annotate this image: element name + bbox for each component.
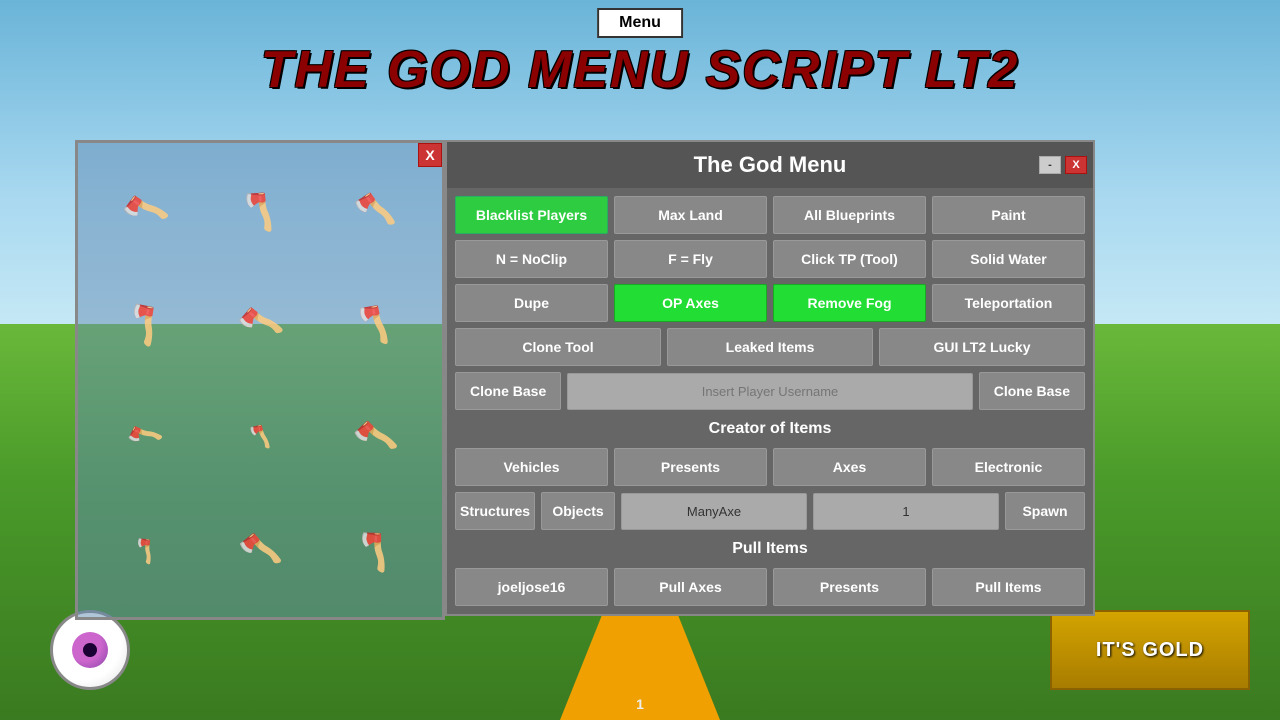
- axes-grid: 🪓 🪓 🪓 🪓 🪓 🪓 🪓 🪓 🪓 🪓 🪓 🪓: [78, 143, 442, 617]
- op-axes-btn[interactable]: OP Axes: [614, 284, 767, 322]
- creator-row-1: Vehicles Presents Axes Electronic: [455, 448, 1085, 486]
- objects-btn[interactable]: Objects: [541, 492, 615, 530]
- axe-8: 🪓: [246, 422, 275, 451]
- clone-base-row: Clone Base Clone Base: [455, 372, 1085, 410]
- click-tp-btn[interactable]: Click TP (Tool): [773, 240, 926, 278]
- pupil-center: [83, 643, 97, 657]
- eyeball-decoration: [50, 610, 130, 690]
- page-number: 1: [636, 696, 644, 712]
- gui-lt2-lucky-btn[interactable]: GUI LT2 Lucky: [879, 328, 1085, 366]
- menu-title-bar: The God Menu - X: [447, 142, 1093, 188]
- spawn-button[interactable]: Spawn: [1005, 492, 1085, 530]
- menu-top-button[interactable]: Menu: [597, 8, 683, 38]
- axe-4: 🪓: [118, 296, 172, 350]
- quantity-input[interactable]: [813, 493, 999, 530]
- axe-12: 🪓: [349, 525, 401, 576]
- axe-9: 🪓: [349, 412, 399, 461]
- close-button[interactable]: X: [1065, 156, 1087, 174]
- axe-3: 🪓: [352, 188, 398, 232]
- axe-5: 🪓: [234, 298, 286, 349]
- pull-items-header: Pull Items: [455, 536, 1085, 562]
- player-label-btn[interactable]: joeljose16: [455, 568, 608, 606]
- axe-2: 🪓: [235, 185, 285, 234]
- structures-btn[interactable]: Structures: [455, 492, 535, 530]
- menu-title: The God Menu: [694, 152, 847, 177]
- gold-sign-text: IT'S GOLD: [1096, 639, 1204, 662]
- creator-row-2: Structures Objects Spawn: [455, 492, 1085, 530]
- leaked-items-btn[interactable]: Leaked Items: [667, 328, 873, 366]
- button-row-1: Blacklist Players Max Land All Blueprint…: [455, 196, 1085, 234]
- button-row-3: Dupe OP Axes Remove Fog Teleportation: [455, 284, 1085, 322]
- presents-pull-btn[interactable]: Presents: [773, 568, 926, 606]
- clone-base-button[interactable]: Clone Base: [979, 372, 1085, 410]
- all-blueprints-btn[interactable]: All Blueprints: [773, 196, 926, 234]
- vehicles-btn[interactable]: Vehicles: [455, 448, 608, 486]
- clone-tool-btn[interactable]: Clone Tool: [455, 328, 661, 366]
- button-row-2: N = NoClip F = Fly Click TP (Tool) Solid…: [455, 240, 1085, 278]
- blacklist-players-btn[interactable]: Blacklist Players: [455, 196, 608, 234]
- clone-base-label: Clone Base: [455, 372, 561, 410]
- minimize-button[interactable]: -: [1039, 156, 1061, 174]
- remove-fog-btn[interactable]: Remove Fog: [773, 284, 926, 322]
- pull-items-row: joeljose16 Pull Axes Presents Pull Items: [455, 568, 1085, 606]
- paint-btn[interactable]: Paint: [932, 196, 1085, 234]
- fly-btn[interactable]: F = Fly: [614, 240, 767, 278]
- pull-items-btn[interactable]: Pull Items: [932, 568, 1085, 606]
- menu-panel: The God Menu - X Blacklist Players Max L…: [445, 140, 1095, 616]
- game-panel: X 🪓 🪓 🪓 🪓 🪓 🪓 🪓 🪓 🪓 🪓 🪓 🪓: [75, 140, 445, 620]
- gold-sign: IT'S GOLD: [1050, 610, 1250, 690]
- axe-10: 🪓: [128, 533, 162, 567]
- electronic-btn[interactable]: Electronic: [932, 448, 1085, 486]
- teleportation-btn[interactable]: Teleportation: [932, 284, 1085, 322]
- window-controls: - X: [1039, 156, 1087, 174]
- dupe-btn[interactable]: Dupe: [455, 284, 608, 322]
- axes-btn[interactable]: Axes: [773, 448, 926, 486]
- axe-1: 🪓: [119, 183, 173, 236]
- axe-7: 🪓: [125, 416, 167, 457]
- many-axe-input[interactable]: [621, 493, 807, 530]
- close-game-panel-button[interactable]: X: [418, 143, 442, 167]
- creator-of-items-header: Creator of Items: [455, 416, 1085, 442]
- noclip-btn[interactable]: N = NoClip: [455, 240, 608, 278]
- pull-axes-btn[interactable]: Pull Axes: [614, 568, 767, 606]
- player-username-input[interactable]: [567, 373, 973, 410]
- pupil: [72, 632, 108, 668]
- button-row-4: Clone Tool Leaked Items GUI LT2 Lucky: [455, 328, 1085, 366]
- axe-6: 🪓: [350, 300, 398, 347]
- presents-btn[interactable]: Presents: [614, 448, 767, 486]
- page-title: THE GOD MENU SCRIPT LT2: [0, 40, 1280, 100]
- axe-11: 🪓: [236, 527, 284, 574]
- menu-body: Blacklist Players Max Land All Blueprint…: [447, 188, 1093, 614]
- solid-water-btn[interactable]: Solid Water: [932, 240, 1085, 278]
- max-land-btn[interactable]: Max Land: [614, 196, 767, 234]
